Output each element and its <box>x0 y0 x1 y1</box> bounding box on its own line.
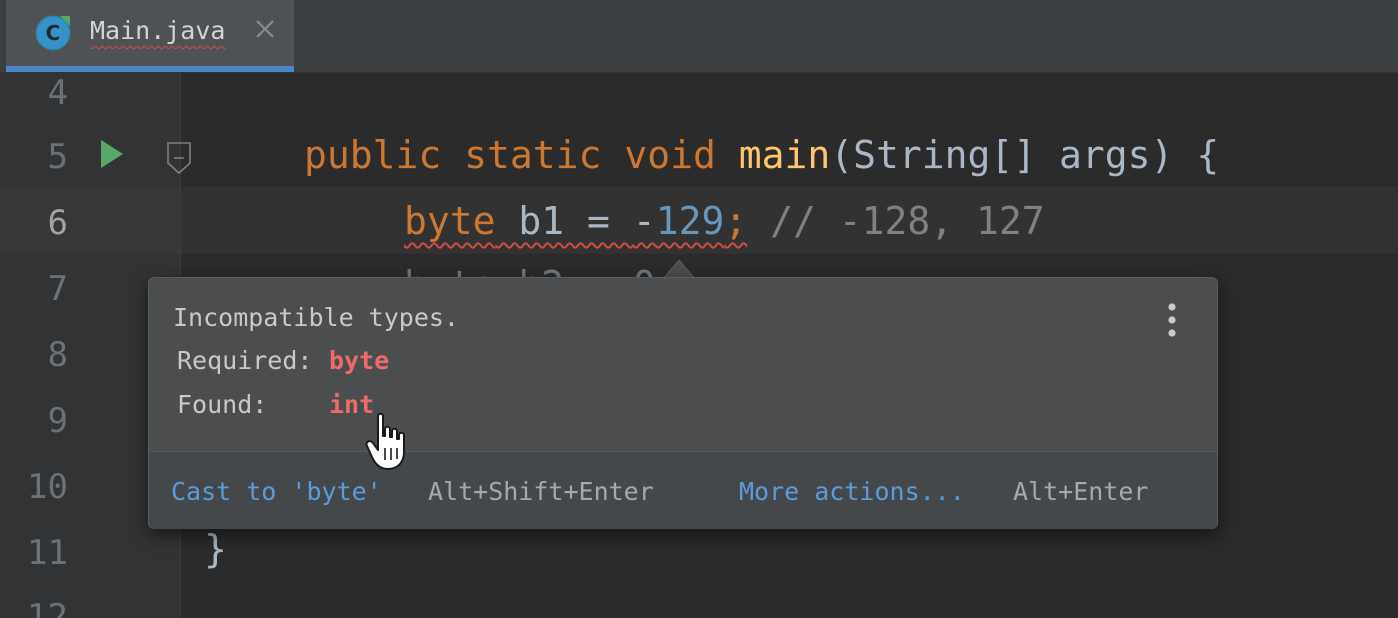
cast-shortcut: Alt+Shift+Enter <box>428 477 654 506</box>
variable-assignment: b1 = <box>495 199 633 243</box>
error-title: Incompatible types. <box>173 303 459 332</box>
code-line-11: } <box>204 527 227 571</box>
keyword-byte: byte <box>404 199 496 243</box>
svg-text:C: C <box>46 21 61 45</box>
close-icon[interactable] <box>250 14 280 44</box>
ide-window: C Main.java 4 5 6 7 8 9 10 11 12 public … <box>0 0 1398 618</box>
method-name: main <box>738 133 831 177</box>
run-icon[interactable] <box>98 137 126 171</box>
line-number: 8 <box>47 335 68 375</box>
number-literal: 129 <box>655 199 725 243</box>
semicolon: ; <box>724 199 748 243</box>
java-class-icon: C <box>35 15 71 51</box>
line-number-active: 6 <box>47 203 68 243</box>
code-line-6: byte b1 = -129; // -128, 127 <box>404 199 1045 243</box>
more-actions-link[interactable]: More actions... <box>739 477 965 506</box>
line-number: 10 <box>27 467 68 507</box>
line-number: 9 <box>47 401 68 441</box>
error-tooltip: Incompatible types. Required: byte Found… <box>148 277 1218 529</box>
more-actions-shortcut: Alt+Enter <box>1013 477 1149 506</box>
required-type: byte <box>329 346 390 375</box>
found-label: Found: <box>177 390 268 419</box>
line-number: 11 <box>27 533 68 573</box>
tab-main-java[interactable]: C Main.java <box>6 0 294 72</box>
error-expression[interactable]: byte b1 = -129; <box>404 199 747 243</box>
keyword-static: static <box>464 133 602 177</box>
editor-tab-bar: C Main.java <box>0 0 1398 73</box>
minus-operator: - <box>632 199 656 243</box>
method-params: (String[] args) { <box>830 133 1220 177</box>
tab-label: Main.java <box>90 16 226 45</box>
quick-fix-actions: Cast to 'byte' Alt+Shift+Enter More acti… <box>149 451 1217 529</box>
code-comment: // -128, 127 <box>747 199 1045 243</box>
required-label: Required: <box>177 346 313 375</box>
line-number: 5 <box>47 137 68 177</box>
line-number: 4 <box>47 73 68 113</box>
line-number: 12 <box>27 597 68 618</box>
keyword-public: public <box>304 133 442 177</box>
hand-cursor-icon <box>365 412 405 470</box>
kebab-menu-icon[interactable] <box>1165 300 1179 340</box>
keyword-void: void <box>624 133 716 177</box>
fold-icon[interactable] <box>164 141 194 177</box>
line-number: 7 <box>47 269 68 309</box>
code-line-5: public static void main(String[] args) { <box>304 133 1219 177</box>
cast-to-byte-link[interactable]: Cast to 'byte' <box>171 477 382 506</box>
